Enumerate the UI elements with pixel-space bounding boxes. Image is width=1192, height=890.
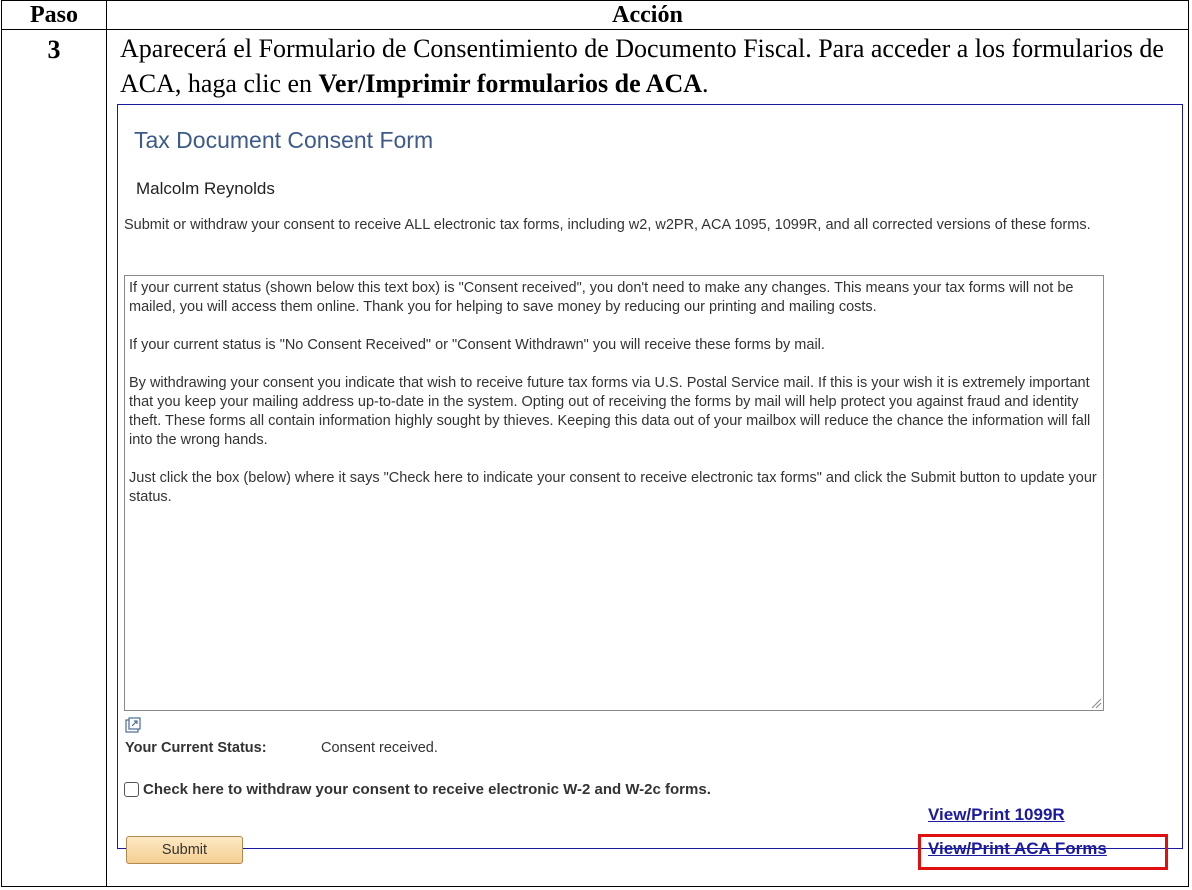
step-number: 3 <box>47 35 61 64</box>
submit-button[interactable]: Submit <box>126 836 243 864</box>
textarea-paragraph: If your current status (shown below this… <box>129 280 1074 315</box>
status-value: Consent received. <box>321 740 438 756</box>
expand-icon[interactable] <box>125 717 141 733</box>
consent-info-textarea[interactable]: If your current status (shown below this… <box>124 275 1104 711</box>
withdraw-consent-row[interactable]: Check here to withdraw your consent to r… <box>124 781 711 798</box>
instruction-end: . <box>702 69 709 98</box>
header-paso: Paso <box>30 2 78 28</box>
instruction-emphasis: Ver/Imprimir formularios de ACA <box>318 69 703 98</box>
employee-name: Malcolm Reynolds <box>136 179 275 198</box>
withdraw-consent-label[interactable]: Check here to withdraw your consent to r… <box>143 781 711 798</box>
table-header-row: Paso Acción <box>2 1 1188 30</box>
tax-consent-form-screenshot: Tax Document Consent Form Malcolm Reynol… <box>117 104 1183 870</box>
page-title: Tax Document Consent Form <box>134 127 434 153</box>
step-instruction: Aparecerá el Formulario de Consentimient… <box>120 31 1180 101</box>
header-accion: Acción <box>612 2 683 28</box>
view-print-1099r-link[interactable]: View/Print 1099R <box>928 805 1065 825</box>
status-label: Your Current Status: <box>125 740 267 756</box>
view-print-aca-forms-link[interactable]: View/Print ACA Forms <box>928 839 1107 859</box>
withdraw-consent-checkbox[interactable] <box>124 782 139 797</box>
column-divider <box>106 1 107 886</box>
textarea-paragraph: By withdrawing your consent you indicate… <box>129 375 1091 448</box>
resize-grip-icon[interactable] <box>1090 697 1102 709</box>
textarea-paragraph: If your current status is "No Consent Re… <box>129 337 825 353</box>
form-description: Submit or withdraw your consent to recei… <box>124 217 1091 233</box>
textarea-paragraph: Just click the box (below) where it says… <box>129 470 1097 505</box>
